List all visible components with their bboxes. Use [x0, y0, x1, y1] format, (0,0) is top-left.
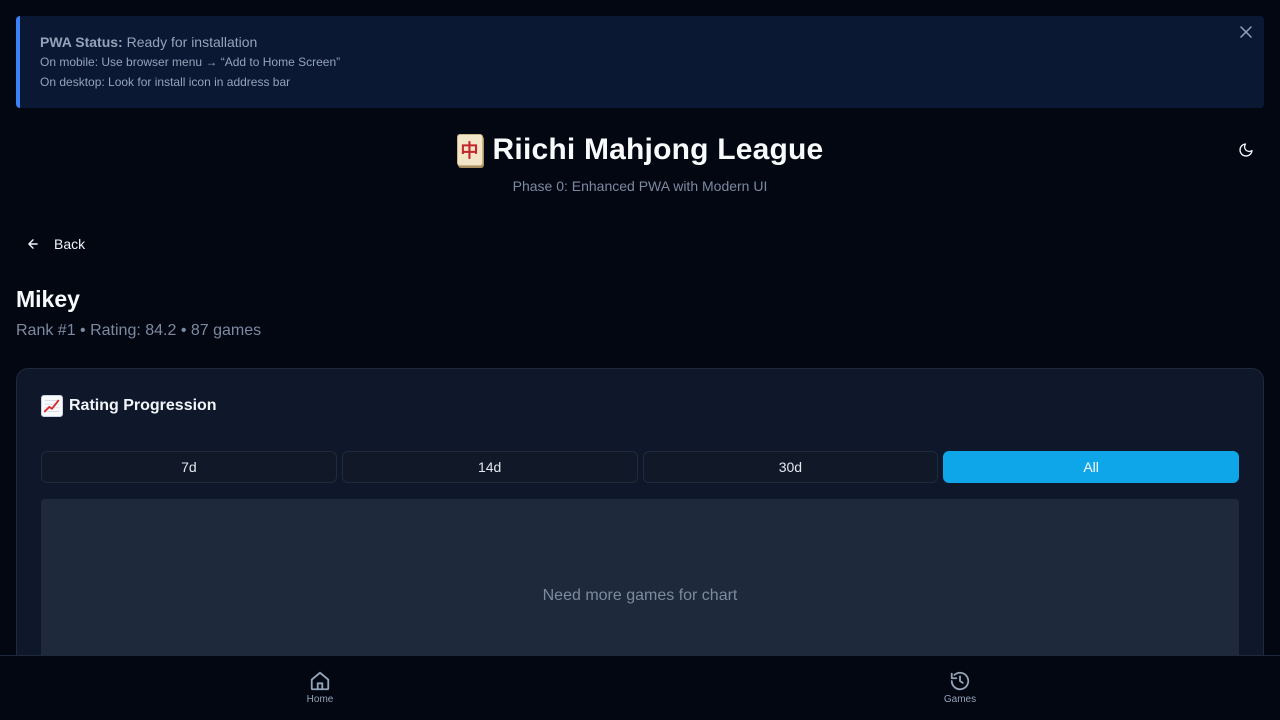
page-header: 中 Riichi Mahjong League Phase 0: Enhance…	[0, 128, 1280, 194]
range-tabs: 7d 14d 30d All	[41, 451, 1239, 483]
back-button[interactable]: Back	[26, 232, 85, 256]
pwa-status-line: PWA Status: Ready for installation	[40, 32, 1244, 52]
chart-increasing-icon	[41, 395, 63, 417]
close-icon[interactable]	[1238, 24, 1254, 40]
range-tab-7d[interactable]: 7d	[41, 451, 337, 483]
pwa-desktop-hint: On desktop: Look for install icon in add…	[40, 75, 291, 89]
bottom-nav: Home Games	[0, 655, 1280, 720]
range-tab-14d[interactable]: 14d	[341, 451, 638, 483]
player-meta: Rank #1 • Rating: 84.2 • 87 games	[16, 322, 262, 339]
home-icon	[310, 671, 330, 691]
nav-item-games[interactable]: Games	[930, 670, 990, 705]
back-label: Back	[54, 236, 86, 252]
nav-label-home: Home	[306, 694, 334, 705]
range-tab-30d[interactable]: 30d	[642, 451, 939, 483]
nav-item-home[interactable]: Home	[290, 670, 350, 705]
player-name: Mikey	[16, 286, 80, 312]
pwa-status-label: PWA Status:	[40, 34, 123, 50]
arrow-left-icon	[28, 239, 38, 249]
range-tab-all[interactable]: All	[943, 451, 1239, 483]
pwa-mobile-hint: On mobile: Use browser menu → “Add to Ho…	[40, 55, 341, 69]
rating-progression-card: Rating Progression 7d 14d 30d All Need m…	[16, 368, 1264, 689]
card-title-text: Rating Progression	[69, 397, 217, 414]
card-title: Rating Progression	[41, 395, 217, 417]
pwa-status-value: Ready for installation	[126, 34, 258, 50]
moon-icon	[1239, 143, 1253, 157]
mahjong-tile-icon: 中	[456, 134, 483, 166]
app-title: Riichi Mahjong League	[492, 133, 824, 166]
app-subtitle: Phase 0: Enhanced PWA with Modern UI	[512, 178, 768, 194]
pwa-status-banner: PWA Status: Ready for installation On mo…	[16, 16, 1264, 108]
history-icon	[950, 671, 970, 691]
title-row: 中 Riichi Mahjong League	[0, 128, 1280, 172]
chart-empty-message: Need more games for chart	[542, 587, 738, 604]
theme-toggle-button[interactable]	[1234, 138, 1258, 162]
nav-label-games: Games	[943, 694, 977, 705]
